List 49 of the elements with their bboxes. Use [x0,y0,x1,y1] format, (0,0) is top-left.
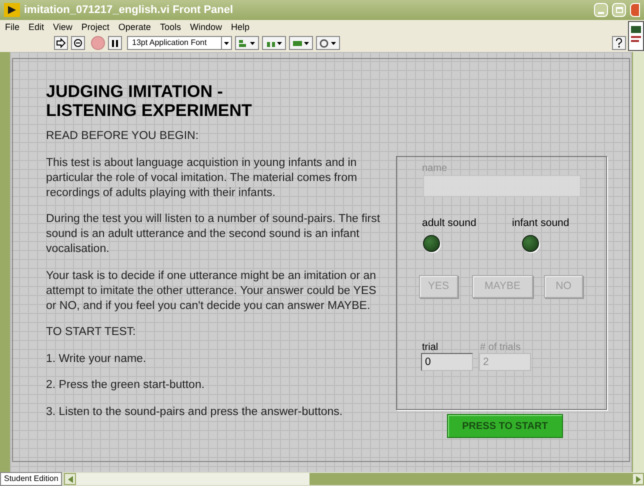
close-button[interactable] [630,3,640,17]
status-tab[interactable]: Student Edition [0,472,62,486]
start-button[interactable]: PRESS TO START [447,414,563,438]
distribute-icon[interactable] [262,36,286,50]
reorder-icon[interactable] [316,36,340,50]
help-button[interactable] [612,36,626,50]
paragraph: This test is about language acquistion in young infants and in particular the role of vocal imitation. The material comes from recordings of adults playing with their infants. [46,156,358,200]
caret-icon [224,42,229,44]
app-icon [4,3,20,17]
menu-item[interactable]: Edit [28,22,44,32]
scroll-left-button[interactable] [64,473,76,485]
run-continuously-icon[interactable] [71,36,85,50]
menu-item[interactable]: Operate [118,22,151,32]
paragraph: TO START TEST: [46,325,137,340]
arrow-left-icon [68,476,73,482]
paragraph: 2. Press the green start-button. [46,378,206,393]
paragraph: 1. Write your name. [46,352,148,366]
number-field[interactable]: 0 [421,353,473,371]
menu-item[interactable]: Help [230,22,250,32]
resize-icon[interactable] [289,36,313,50]
vertical-scrollbar[interactable] [632,52,644,472]
window-title: imitation_071217_english.vi Front Panel [24,2,234,18]
arrow-right-icon [636,476,640,482]
pause-button[interactable] [108,36,122,50]
align-icon[interactable] [235,36,259,50]
field-label: name [422,162,448,176]
menu-item[interactable]: Window [190,22,222,32]
menu-item[interactable]: Project [81,22,110,32]
counter-label: # of trials [480,341,521,355]
font-dropdown[interactable]: 13pt Application Font [127,36,232,50]
paragraph: READ BEFORE YOU BEGIN: [46,129,200,144]
led-label: infant sound [512,216,570,231]
number-field: 2 [479,353,531,371]
paragraph: During the test you will listen to a number of sound-pairs. The first sound is an adult utterance and the second sound is an infant vocalisation. [46,212,382,257]
horizontal-scrollbar[interactable] [76,473,632,485]
counter-label: trial [422,341,438,355]
run-arrow-icon[interactable] [54,36,68,50]
heading: JUDGING IMITATION - LISTENING EXPERIMENT [46,82,253,120]
help-icon [615,38,623,48]
led-label: adult sound [422,216,476,231]
paragraph: Your task is to decide if one utterance might be an imitation or an attempt to imitate the other utterance. Your answer could be YES or NO, and if you feel you can't decide you can answer MAYBE. [46,268,378,314]
menu-item[interactable]: Tools [160,22,181,32]
minimize-button[interactable] [594,3,608,17]
scroll-right-button[interactable] [632,473,644,485]
maximize-button[interactable] [612,3,626,17]
vi-icon [628,21,644,51]
menu-item[interactable]: File [5,22,20,32]
menu-item[interactable]: View [53,22,72,32]
paragraph: 3. Listen to the sound-pairs and press the answer-buttons. [46,404,344,420]
